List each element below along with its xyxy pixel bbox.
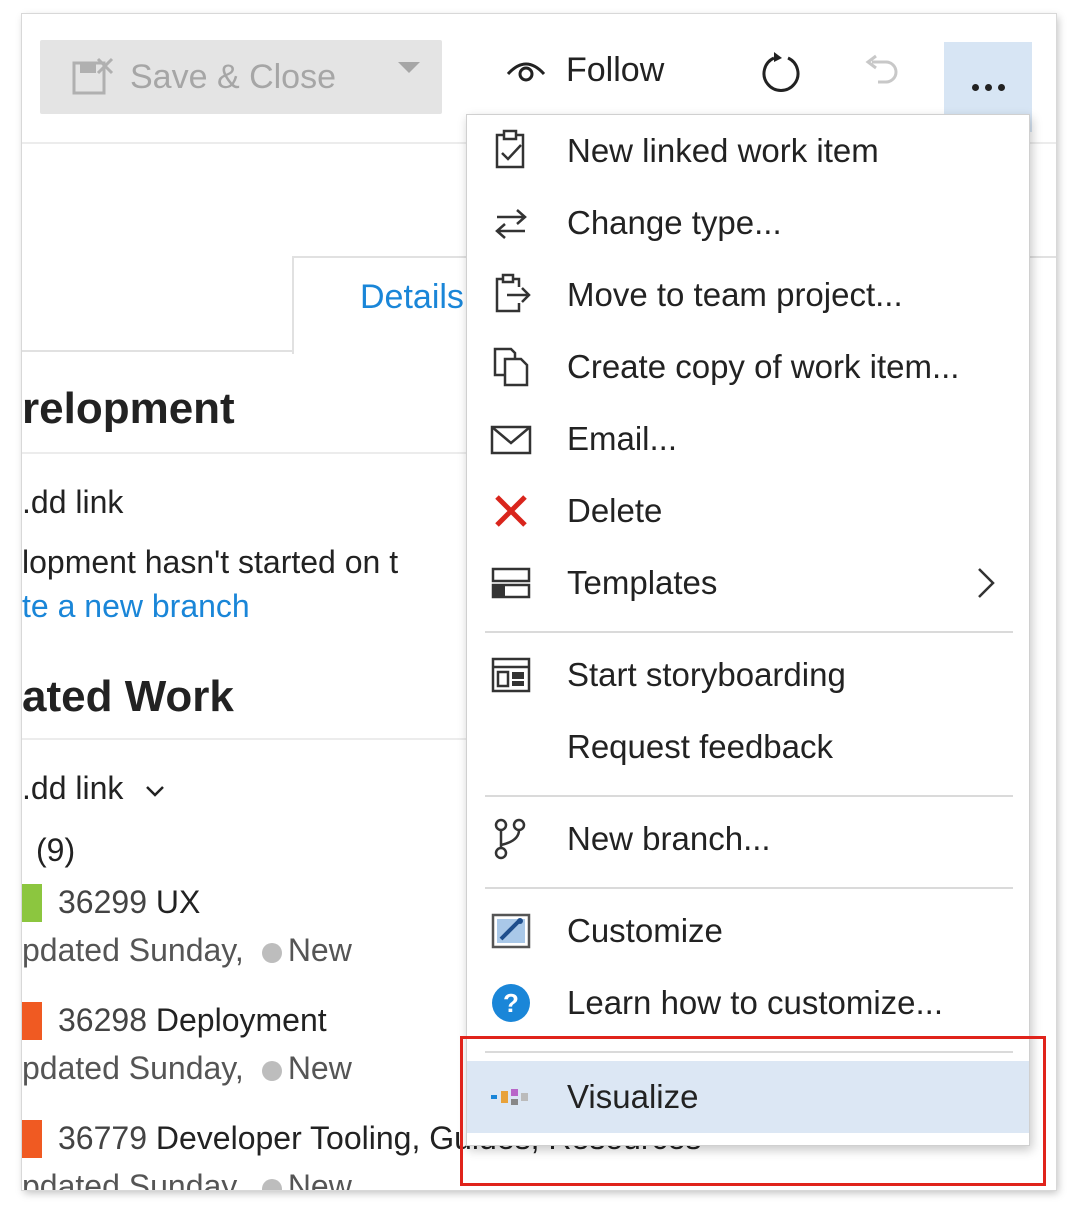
- work-item-type-color: [22, 1002, 42, 1040]
- menu-separator: [485, 887, 1013, 889]
- menu-item-customize[interactable]: Customize: [467, 895, 1029, 967]
- item-title: Deployment: [155, 1002, 327, 1038]
- menu-item-label: Templates: [567, 564, 718, 601]
- visualize-highlight-box: [460, 1036, 1046, 1186]
- chevron-right-icon: [978, 568, 995, 598]
- child-count: (9): [36, 832, 76, 868]
- tab-details-label[interactable]: Details: [360, 278, 464, 317]
- state-dot-icon: [261, 942, 282, 963]
- add-link-dropdown[interactable]: .dd link: [22, 770, 166, 807]
- menu-item-create-copy[interactable]: Create copy of work item...: [467, 331, 1029, 403]
- follow-label: Follow: [566, 50, 665, 89]
- menu-item-label: Learn how to customize...: [567, 984, 944, 1021]
- customize-icon: [491, 913, 531, 949]
- copy-icon: [493, 347, 529, 387]
- menu-item-label: Customize: [567, 912, 723, 949]
- clipboard-check-icon: [495, 129, 525, 169]
- move-clipboard-icon: [495, 273, 531, 313]
- storyboard-icon: [491, 657, 531, 693]
- menu-item-new-linked-work-item[interactable]: New linked work item: [467, 115, 1029, 187]
- menu-item-label: Request feedback: [567, 728, 834, 765]
- item-updated: pdated Sunday,: [22, 1050, 244, 1086]
- work-item-type-color: [22, 1120, 42, 1158]
- item-id: 36298: [58, 1002, 147, 1038]
- menu-item-delete[interactable]: Delete: [467, 475, 1029, 547]
- add-link-label: .dd link: [22, 770, 124, 806]
- eye-icon: [506, 62, 546, 82]
- item-id: 36299: [58, 884, 147, 920]
- more-actions-menu: New linked work item Change type... Move…: [466, 114, 1030, 1146]
- chevron-down-icon: [146, 786, 165, 797]
- related-item-meta: pdated Sunday, New: [22, 932, 352, 969]
- menu-item-label: Start storyboarding: [567, 656, 846, 693]
- related-item-title[interactable]: 36298 Deployment: [58, 1002, 327, 1039]
- branch-icon: [494, 818, 526, 860]
- related-item-title[interactable]: 36299 UX: [58, 884, 200, 921]
- save-close-label: Save & Close: [130, 57, 336, 96]
- item-state: New: [287, 932, 352, 968]
- menu-item-new-branch[interactable]: New branch...: [467, 803, 1029, 875]
- delete-x-icon: [495, 495, 527, 527]
- mail-icon: [490, 425, 532, 455]
- related-work-divider: [22, 738, 472, 740]
- menu-item-label: Create copy of work item...: [567, 348, 960, 385]
- item-id: 36779: [58, 1120, 147, 1156]
- work-item-window: Save & Close Follow Details relopment .d…: [22, 14, 1056, 1190]
- tab-strip-border: [22, 350, 294, 352]
- work-item-type-color: [22, 884, 42, 922]
- development-heading: relopment: [22, 384, 235, 433]
- create-branch-link[interactable]: te a new branch: [22, 588, 250, 625]
- menu-item-change-type[interactable]: Change type...: [467, 187, 1029, 259]
- menu-item-label: New linked work item: [567, 132, 879, 169]
- development-text: lopment hasn't started on t: [22, 544, 399, 580]
- save-close-button[interactable]: Save & Close: [40, 40, 442, 114]
- menu-item-label: New branch...: [567, 820, 771, 857]
- development-divider: [22, 452, 472, 454]
- state-dot-icon: [261, 1060, 282, 1081]
- menu-separator: [485, 631, 1013, 633]
- add-link-button[interactable]: .dd link: [22, 484, 123, 521]
- item-state: New: [287, 1050, 352, 1086]
- related-item-meta: pdated Sunday, New: [22, 1050, 352, 1087]
- state-dot-icon: [261, 1178, 282, 1190]
- save-dropdown-chevron-icon[interactable]: [398, 62, 420, 73]
- menu-item-learn-customize[interactable]: ? Learn how to customize...: [467, 967, 1029, 1039]
- save-close-icon: [72, 57, 114, 95]
- refresh-icon[interactable]: [758, 50, 804, 96]
- svg-text:?: ?: [503, 988, 519, 1018]
- ellipsis-icon: [971, 83, 979, 91]
- help-icon: ?: [492, 984, 530, 1022]
- menu-separator: [485, 795, 1013, 797]
- menu-item-label: Delete: [567, 492, 663, 529]
- menu-item-move-to-team-project[interactable]: Move to team project...: [467, 259, 1029, 331]
- menu-item-start-storyboarding[interactable]: Start storyboarding: [467, 639, 1029, 711]
- item-title: UX: [155, 884, 201, 920]
- menu-item-request-feedback[interactable]: Request feedback: [467, 711, 1029, 783]
- item-updated: pdated Sunday,: [22, 932, 244, 968]
- menu-item-templates[interactable]: Templates: [467, 547, 1029, 619]
- item-state: New: [287, 1168, 352, 1190]
- menu-item-label: Email...: [567, 420, 678, 457]
- swap-arrows-icon: [495, 209, 527, 239]
- follow-button[interactable]: Follow: [504, 50, 664, 90]
- menu-item-label: Change type...: [567, 204, 782, 241]
- item-updated: pdated Sunday,: [22, 1168, 244, 1190]
- menu-item-label: Move to team project...: [567, 276, 903, 313]
- undo-icon[interactable]: [860, 52, 902, 94]
- related-work-heading: ated Work: [22, 672, 234, 721]
- templates-icon: [491, 567, 531, 599]
- menu-item-email[interactable]: Email...: [467, 403, 1029, 475]
- related-item-meta: pdated Sunday, New: [22, 1168, 352, 1190]
